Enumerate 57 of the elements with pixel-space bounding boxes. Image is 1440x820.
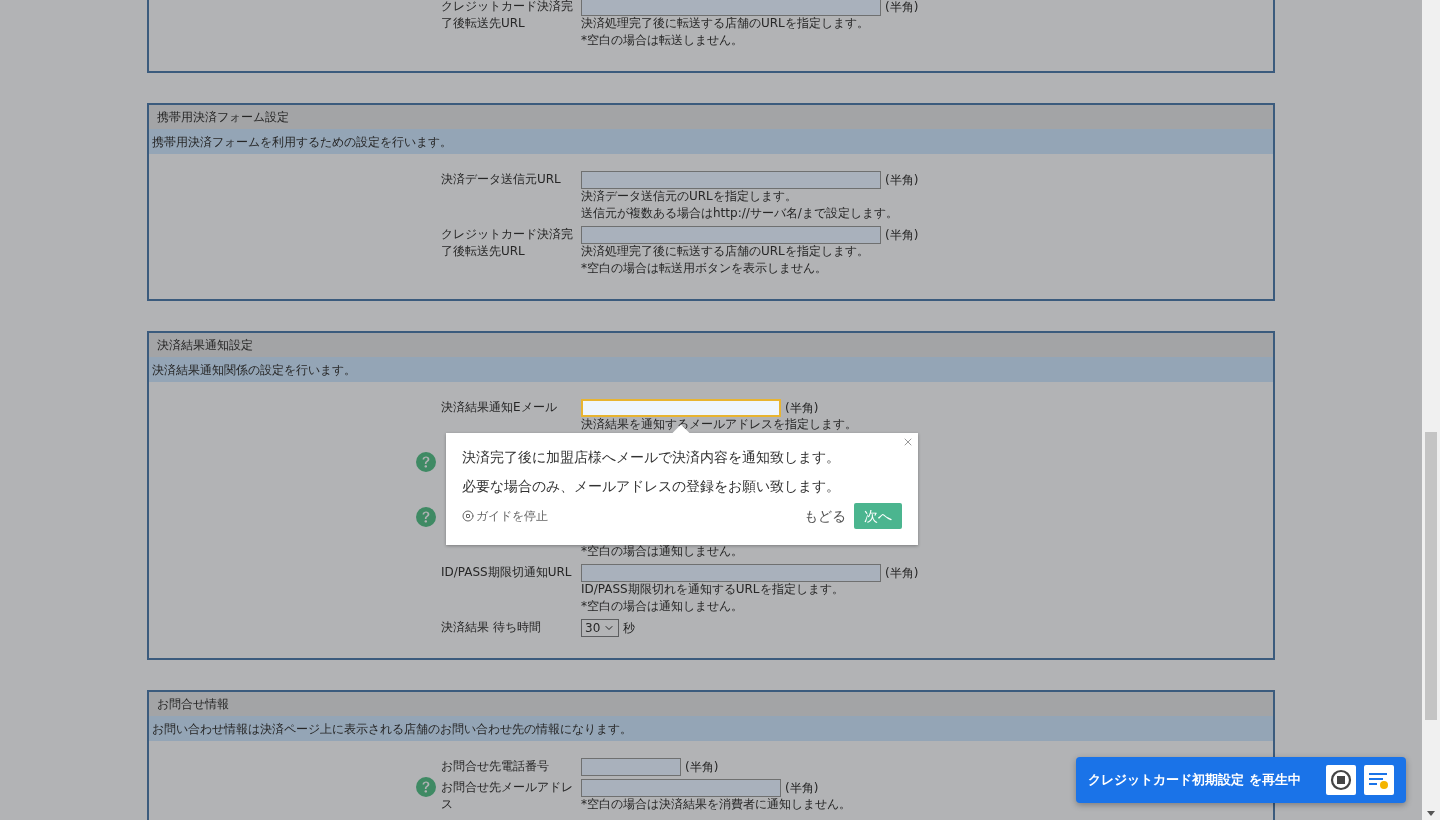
- field-note: *空白の場合は転送しません。: [581, 32, 744, 49]
- text-input[interactable]: [581, 225, 881, 244]
- text-input[interactable]: [581, 563, 881, 582]
- close-icon[interactable]: [902, 436, 914, 448]
- scroll-down-icon[interactable]: [1427, 811, 1435, 816]
- list-icon: [1368, 770, 1390, 790]
- stop-icon: [1330, 769, 1352, 791]
- panel-title: 携帯用決済フォーム設定: [157, 109, 289, 126]
- unit-text: (半角): [785, 399, 819, 417]
- list-button[interactable]: [1364, 765, 1394, 795]
- field-label: お問合せ先メールアドレス: [441, 779, 574, 813]
- panel-description: 決済結果通知関係の設定を行います。: [152, 361, 356, 379]
- field-label: 決済結果 待ち時間: [441, 619, 542, 636]
- text-input[interactable]: [581, 778, 781, 797]
- field-label: 決済結果通知Eメール: [441, 399, 558, 416]
- field-note: *空白の場合は転送用ボタンを表示しません。: [581, 260, 828, 277]
- unit-text: (半角): [885, 171, 919, 189]
- field-note: ID/PASS期限切れを通知するURLを指定します。: [581, 581, 845, 598]
- help-icon[interactable]: [416, 777, 436, 797]
- field-label: クレジットカード決済完了後転送先URL: [441, 0, 574, 32]
- scrollbar[interactable]: [1422, 0, 1440, 820]
- field-note: *空白の場合は決済結果を消費者に通知しません。: [581, 796, 851, 813]
- field-label: お問合せ先電話番号: [441, 758, 550, 775]
- guide-text: 決済完了後に加盟店様へメールで決済内容を通知致します。: [462, 448, 841, 467]
- text-input[interactable]: [581, 170, 881, 189]
- field-note: 決済処理完了後に転送する店舗のURLを指定します。: [581, 15, 870, 32]
- unit-text: 秒: [623, 619, 636, 637]
- unit-text: (半角): [685, 758, 719, 776]
- stop-button[interactable]: [1326, 765, 1356, 795]
- panel-title: 決済結果通知設定: [157, 337, 253, 354]
- field-note: *空白の場合は通知しません。: [581, 543, 743, 560]
- stop-icon: [462, 510, 474, 522]
- help-icon[interactable]: [416, 507, 436, 527]
- field-note: 送信元が複数ある場合はhttp://サーバ名/まで設定します。: [581, 205, 899, 222]
- guide-text: 必要な場合のみ、メールアドレスの登録をお願い致します。: [462, 477, 841, 496]
- text-input[interactable]: [581, 398, 781, 417]
- field-note: 決済処理完了後に転送する店舗のURLを指定します。: [581, 243, 870, 260]
- field-note: *空白の場合は通知しません。: [581, 598, 744, 615]
- unit-text: (半角): [885, 0, 919, 16]
- field-label: クレジットカード決済完了後転送先URL: [441, 226, 574, 260]
- unit-text: (半角): [885, 226, 919, 244]
- player-title: クレジットカード初期設定 を再生中: [1088, 771, 1302, 790]
- scrollbar-thumb[interactable]: [1425, 432, 1437, 720]
- field-label: 決済データ送信元URL: [441, 171, 562, 188]
- panel-description: お問い合わせ情報は決済ページ上に表示される店舗のお問い合わせ先の情報になります。: [152, 720, 632, 738]
- text-input[interactable]: [581, 757, 681, 776]
- unit-text: (半角): [885, 564, 919, 582]
- unit-text: (半角): [785, 779, 819, 797]
- panel-title: お問合せ情報: [157, 696, 229, 713]
- field-note: 決済データ送信元のURLを指定します。: [581, 188, 798, 205]
- text-input[interactable]: [581, 0, 881, 16]
- back-button[interactable]: もどる: [804, 505, 846, 527]
- help-icon[interactable]: [416, 452, 436, 472]
- field-label: ID/PASS期限切通知URL: [441, 564, 573, 581]
- panel-description: 携帯用決済フォームを利用するための設定を行います。: [152, 133, 452, 151]
- seconds-select[interactable]: 30: [581, 618, 620, 637]
- stop-guide-link[interactable]: ガイドを停止: [462, 507, 548, 525]
